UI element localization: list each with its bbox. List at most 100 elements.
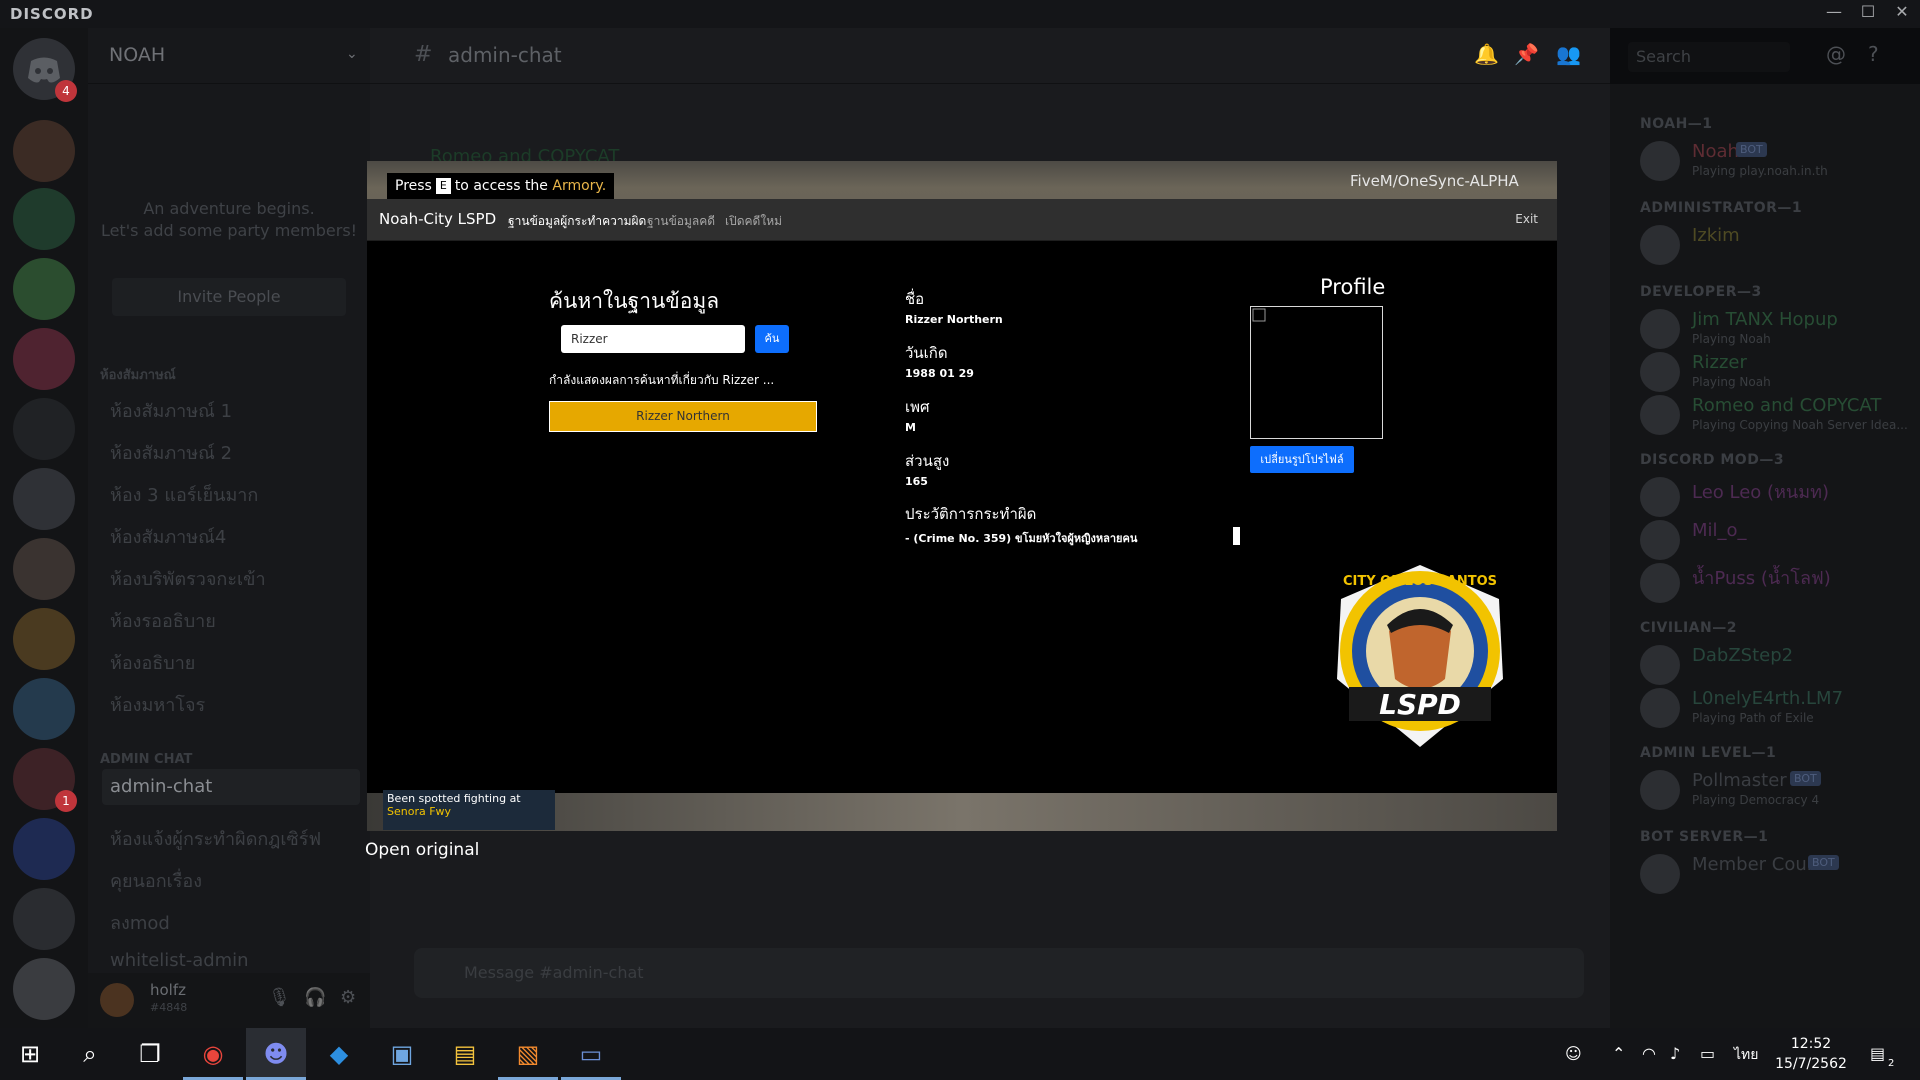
mention-icon[interactable]: @	[1826, 42, 1846, 66]
chevron-down-icon[interactable]: ⌄	[346, 46, 358, 62]
voice-channel[interactable]: ห้องสัมภาษณ์4	[110, 522, 226, 551]
result-button[interactable]: Rizzer Northern	[549, 401, 817, 432]
network-app-icon[interactable]: ▣	[372, 1028, 432, 1080]
voice-channel[interactable]: ห้องสัมภาษณ์ 2	[110, 438, 232, 467]
clock[interactable]: 12:52 15/7/2562	[1766, 1034, 1856, 1074]
voice-channel[interactable]: ห้องรออธิบาย	[110, 606, 216, 635]
text-channel[interactable]: ลงmod	[110, 908, 170, 937]
help-icon[interactable]: ?	[1868, 42, 1879, 66]
avatar[interactable]	[1640, 395, 1680, 435]
discord-icon[interactable]: ☻	[246, 1028, 306, 1080]
server-icon[interactable]	[13, 678, 75, 740]
avatar[interactable]	[1640, 352, 1680, 392]
server-icon[interactable]	[13, 538, 75, 600]
headphones-icon[interactable]: 🎧	[304, 987, 326, 1008]
voice-channel[interactable]: ห้องอธิบาย	[110, 648, 195, 677]
avatar[interactable]	[1640, 563, 1680, 603]
member-item[interactable]: Izkim	[1640, 223, 1910, 267]
search-input[interactable]: Search	[1628, 42, 1790, 72]
invite-people-button[interactable]: Invite People	[112, 278, 346, 316]
chevron-up-icon[interactable]: ⌃	[1612, 1044, 1625, 1063]
text-channel[interactable]: คุยนอกเรื่อง	[110, 866, 202, 895]
member-item[interactable]: Leo Leo (หนมท)	[1640, 475, 1910, 519]
pin-icon[interactable]: 📌	[1514, 42, 1539, 66]
avatar[interactable]	[1640, 688, 1680, 728]
avatar[interactable]	[1640, 770, 1680, 810]
nav-case-db[interactable]: ฐานข้อมูลคดี	[647, 212, 715, 231]
server-badge: 1	[55, 790, 77, 812]
change-photo-button[interactable]: เปลี่ยนรูปโปรไฟล์	[1250, 446, 1354, 473]
language-indicator[interactable]: ไทย	[1734, 1044, 1758, 1066]
people-icon[interactable]: ☺	[1565, 1044, 1582, 1063]
home-button[interactable]: 4	[13, 38, 77, 102]
members-icon[interactable]: 👥	[1556, 42, 1581, 66]
folder-icon[interactable]: ▤	[435, 1028, 495, 1080]
server-icon[interactable]	[13, 958, 75, 1020]
voice-channel[interactable]: ห้อง 3 แอร์เย็นมาก	[110, 480, 258, 509]
server-icon[interactable]	[13, 888, 75, 950]
server-icon[interactable]	[13, 328, 75, 390]
member-item[interactable]: DabZStep2	[1640, 643, 1910, 687]
microphone-icon[interactable]: 🎙	[268, 987, 291, 1008]
member-item[interactable]: Rizzer Playing Noah	[1640, 350, 1910, 394]
server-icon[interactable]: 1	[13, 748, 77, 812]
mdt-brand[interactable]: Noah-City LSPD	[379, 210, 496, 228]
avatar[interactable]	[1640, 520, 1680, 560]
voice-channel[interactable]: ห้องมหาโจร	[110, 690, 205, 719]
nav-offender-db[interactable]: ฐานข้อมูลผู้กระทำความผิด	[508, 212, 646, 231]
member-item[interactable]: Pollmaster BOT Playing Democracy 4	[1640, 768, 1910, 812]
member-item[interactable]: Romeo and COPYCAT Playing Copying Noah Se…	[1640, 393, 1910, 437]
server-noah[interactable]	[13, 120, 75, 182]
voice-channel[interactable]: ห้องสัมภาษณ์ 1	[110, 396, 232, 425]
maximize-button[interactable]: ☐	[1850, 2, 1886, 21]
screen: { "app":{"title":"DISCORD","minimize":"—…	[0, 0, 1920, 1080]
minimize-button[interactable]: —	[1816, 2, 1852, 21]
server-icon[interactable]	[13, 468, 75, 530]
category-voice[interactable]: ห้องสัมภาษณ์	[100, 364, 176, 385]
text-channel[interactable]: whitelist-admin	[110, 950, 249, 971]
avatar[interactable]	[1640, 309, 1680, 349]
member-item[interactable]: Mil_o_	[1640, 518, 1910, 562]
server-icon[interactable]	[13, 818, 75, 880]
search-icon[interactable]: ⌕	[60, 1028, 120, 1080]
open-original-link[interactable]: Open original	[365, 840, 479, 860]
avatar[interactable]	[1640, 645, 1680, 685]
avatar[interactable]	[1640, 225, 1680, 265]
task-view-icon[interactable]: ❐	[120, 1028, 180, 1080]
notification-icon[interactable]: ▤	[1870, 1044, 1885, 1063]
server-icon[interactable]	[13, 398, 75, 460]
windows-start-icon[interactable]: ⊞	[0, 1028, 60, 1080]
search-input[interactable]: Rizzer	[561, 325, 745, 353]
bell-icon[interactable]: 🔔	[1474, 42, 1499, 66]
member-item[interactable]: น้ำPuss (น้ำโลฟ)	[1640, 561, 1910, 605]
avatar[interactable]	[100, 983, 134, 1017]
remote-desktop-icon[interactable]: ▭	[561, 1028, 621, 1080]
server-icon[interactable]	[13, 188, 75, 250]
guild-header[interactable]: NOAH ⌄	[88, 28, 370, 84]
nav-new-case[interactable]: เปิดคดีใหม่	[725, 212, 782, 231]
avatar[interactable]	[1640, 141, 1680, 181]
text-channel[interactable]: ห้องแจ้งผู้กระทำผิดกฎเซิร์ฟ	[110, 824, 321, 853]
battery-icon[interactable]: ▭	[1700, 1044, 1715, 1063]
xampp-icon[interactable]: ▧	[498, 1028, 558, 1080]
member-item[interactable]: Member Count BOT	[1640, 852, 1910, 896]
member-item[interactable]: Noah BOT Playing play.noah.in.th	[1640, 139, 1910, 183]
chrome-icon[interactable]: ◉	[183, 1028, 243, 1080]
member-item[interactable]: Jim TANX Hopup Playing Noah	[1640, 307, 1910, 351]
avatar[interactable]	[1640, 477, 1680, 517]
search-button[interactable]: ค้น	[755, 325, 789, 353]
vscode-icon[interactable]: ◆	[309, 1028, 369, 1080]
voice-channel[interactable]: ห้องบริพัตรวจกะเข้า	[110, 564, 266, 593]
wifi-icon[interactable]: ◠	[1642, 1044, 1656, 1063]
exit-link[interactable]: Exit	[1515, 212, 1538, 226]
message-input[interactable]: Message #admin-chat	[414, 948, 1584, 998]
volume-icon[interactable]: ♪	[1670, 1044, 1680, 1063]
close-button[interactable]: ✕	[1884, 2, 1920, 21]
member-item[interactable]: L0nelyE4rth.LM7 Playing Path of Exile	[1640, 686, 1910, 730]
gear-icon[interactable]: ⚙	[340, 987, 356, 1008]
category-admin[interactable]: ADMIN CHAT	[100, 752, 192, 767]
text-channel-admin-chat[interactable]: admin-chat	[102, 769, 360, 805]
server-icon[interactable]	[13, 608, 75, 670]
avatar[interactable]	[1640, 854, 1680, 894]
server-icon[interactable]	[13, 258, 75, 320]
